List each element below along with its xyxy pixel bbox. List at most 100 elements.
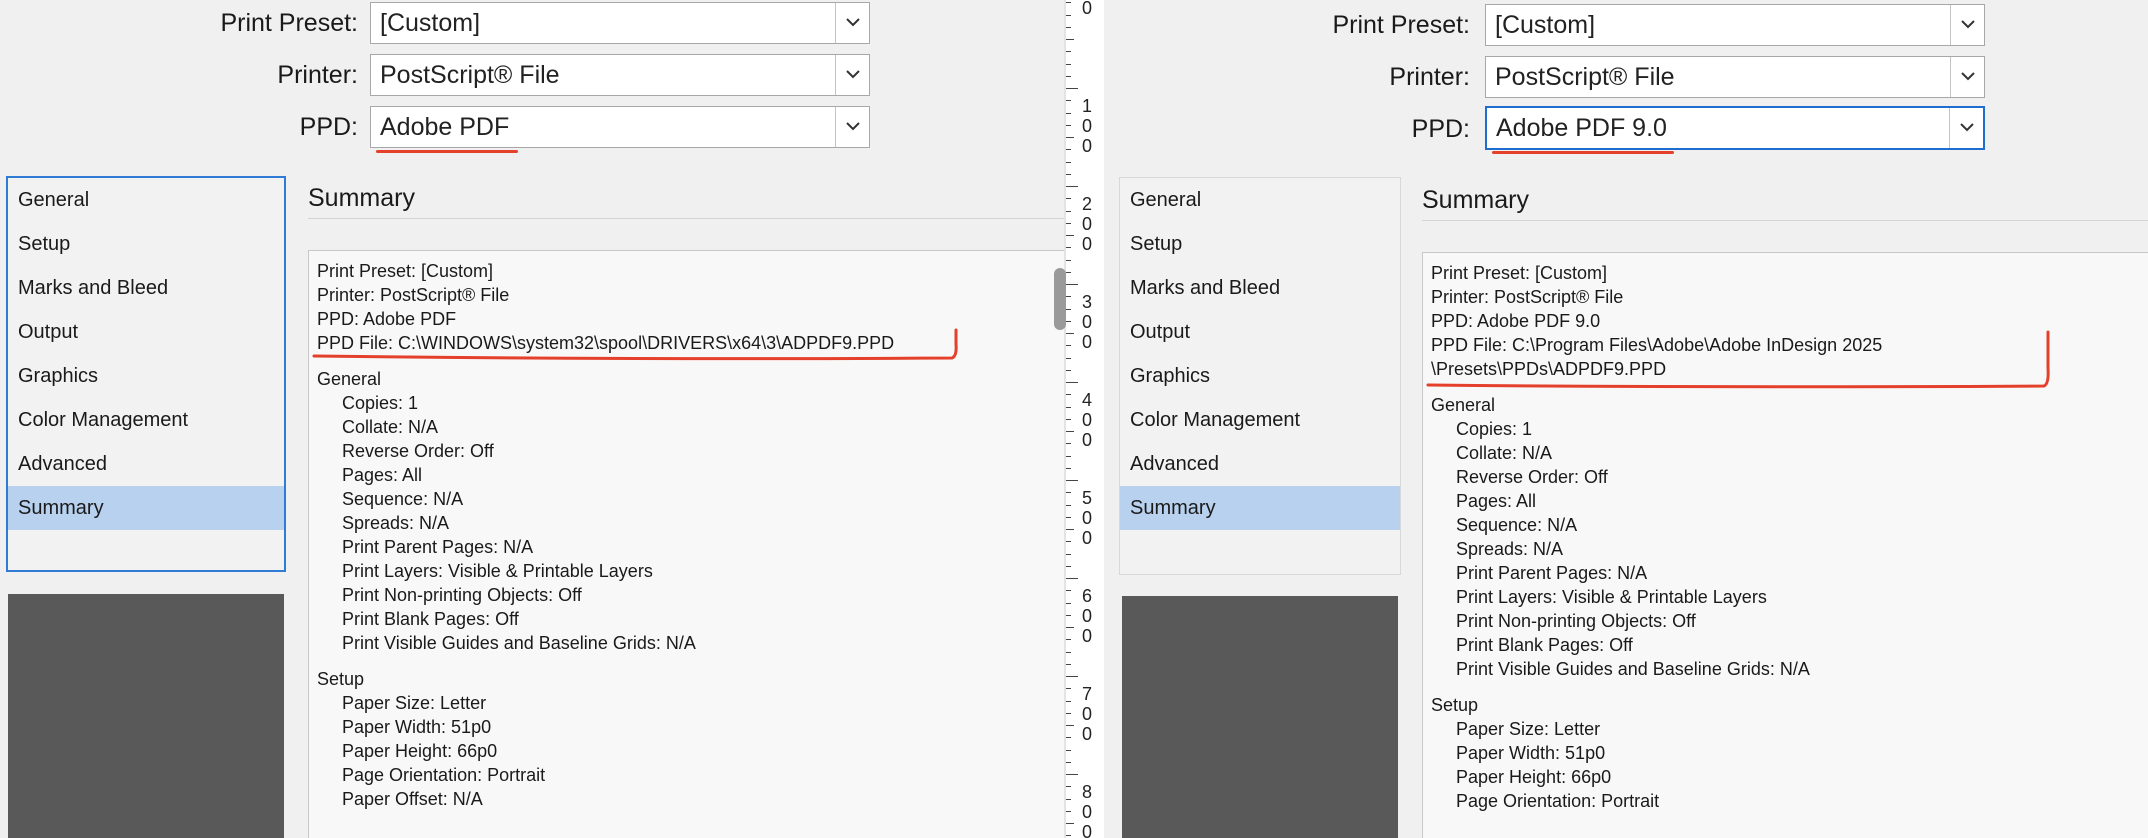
summary-line: Print Non-printing Objects: Off: [1456, 611, 1696, 631]
ruler-tick: [1066, 455, 1071, 457]
nav-item-output[interactable]: Output: [8, 310, 284, 354]
ruler-tick: [1066, 26, 1071, 28]
right-print-dialog: Print Preset: [Custom] Printer: PostScri…: [1104, 0, 2148, 838]
ruler-tick: [1066, 774, 1078, 775]
chevron-down-icon[interactable]: [835, 55, 869, 95]
nav-item-marks-and-bleed[interactable]: Marks and Bleed: [8, 266, 284, 310]
ppd-select[interactable]: Adobe PDF 9.0: [1485, 106, 1985, 150]
right-category-list[interactable]: General Setup Marks and Bleed Output Gra…: [1119, 177, 1401, 575]
ruler-label: 600: [1081, 586, 1092, 646]
summary-line: Print Layers: Visible & Printable Layers: [342, 561, 653, 581]
ruler-tick: [1066, 663, 1071, 665]
ruler-tick: [1066, 88, 1078, 89]
print-preset-select[interactable]: [Custom]: [1485, 4, 1985, 46]
nav-item-output[interactable]: Output: [1120, 310, 1400, 354]
ruler-tick: [1066, 786, 1071, 788]
ruler-tick: [1066, 112, 1071, 114]
ruler-tick: [1066, 725, 1074, 726]
summary-divider: [1422, 220, 2148, 221]
summary-line: Sequence: N/A: [342, 489, 464, 509]
ruler-tick: [1066, 688, 1071, 690]
nav-item-summary[interactable]: Summary: [8, 486, 284, 530]
ruler-tick: [1066, 51, 1071, 53]
summary-line: Collate: N/A: [1456, 443, 1553, 463]
summary-line: Paper Width: 51p0: [1456, 743, 1606, 763]
summary-line: Reverse Order: Off: [342, 441, 494, 461]
nav-item-color-management[interactable]: Color Management: [1120, 398, 1400, 442]
ruler-tick: [1066, 480, 1078, 481]
summary-line: Print Parent Pages: N/A: [1456, 563, 1648, 583]
print-preset-value: [Custom]: [380, 9, 481, 37]
ruler-tick: [1066, 357, 1071, 359]
summary-line: Paper Size: Letter: [1456, 719, 1601, 739]
chevron-down-icon[interactable]: [1950, 57, 1984, 97]
print-preset-label-wrap: Print Preset:: [0, 0, 358, 46]
summary-line: Pages: All: [342, 465, 423, 485]
ruler-tick: [1066, 761, 1071, 763]
printer-select[interactable]: PostScript® File: [1485, 56, 1985, 98]
chevron-down-icon[interactable]: [835, 107, 869, 147]
ruler-tick: [1066, 651, 1071, 653]
nav-item-advanced[interactable]: Advanced: [1120, 442, 1400, 486]
nav-item-general[interactable]: General: [8, 178, 284, 222]
ruler-tick: [1066, 798, 1071, 800]
ruler-tick: [1066, 320, 1071, 322]
nav-item-graphics[interactable]: Graphics: [1120, 354, 1400, 398]
ruler-tick: [1066, 161, 1071, 163]
ruler-tick: [1066, 823, 1074, 824]
summary-line: Paper Height: 66p0: [342, 741, 498, 761]
print-preset-label: Print Preset:: [220, 9, 358, 37]
summary-line: Page Orientation: Portrait: [1456, 791, 1660, 811]
ruler-tick: [1066, 737, 1071, 739]
chevron-down-icon[interactable]: [1949, 108, 1983, 148]
nav-item-marks-and-bleed[interactable]: Marks and Bleed: [1120, 266, 1400, 310]
summary-line: Print Blank Pages: Off: [342, 609, 519, 629]
ruler-tick: [1066, 149, 1071, 151]
nav-item-general[interactable]: General: [1120, 178, 1400, 222]
nav-item-setup[interactable]: Setup: [8, 222, 284, 266]
printer-label-wrap: Printer:: [0, 52, 358, 98]
ruler-tick: [1066, 222, 1071, 224]
ruler-tick: [1066, 14, 1071, 16]
summary-line: Printer: PostScript® File: [317, 285, 510, 305]
ruler-tick: [1066, 418, 1071, 420]
nav-item-setup[interactable]: Setup: [1120, 222, 1400, 266]
nav-item-color-management[interactable]: Color Management: [8, 398, 284, 442]
nav-item-summary[interactable]: Summary: [1120, 486, 1400, 530]
ruler-tick: [1066, 529, 1074, 530]
nav-item-advanced[interactable]: Advanced: [8, 442, 284, 486]
ruler-tick: [1066, 443, 1071, 445]
ppd-select[interactable]: Adobe PDF: [370, 106, 870, 148]
summary-line: Copies: 1: [1456, 419, 1533, 439]
chevron-down-icon[interactable]: [835, 3, 869, 43]
chevron-down-icon[interactable]: [1950, 5, 1984, 45]
ppd-label: PPD:: [1411, 115, 1470, 143]
left-category-list[interactable]: General Setup Marks and Bleed Output Gra…: [6, 176, 286, 572]
ruler-tick: [1066, 39, 1074, 40]
ruler-tick: [1066, 308, 1071, 310]
nav-item-graphics[interactable]: Graphics: [8, 354, 284, 398]
ruler-scroll-handle[interactable]: [1054, 268, 1066, 330]
ruler-tick: [1066, 198, 1071, 200]
summary-title: Summary: [1422, 186, 1529, 214]
printer-value: PostScript® File: [380, 61, 560, 89]
ruler-label: 100: [1081, 96, 1092, 156]
ruler-label: 400: [1081, 390, 1092, 450]
ruler-tick: [1066, 565, 1071, 567]
summary-line: Reverse Order: Off: [1456, 467, 1608, 487]
ruler-tick: [1066, 186, 1078, 187]
summary-line: Printer: PostScript® File: [1431, 287, 1624, 307]
summary-section-setup: Setup: [317, 669, 365, 689]
summary-line: Page Orientation: Portrait: [342, 765, 546, 785]
ruler-label: 0: [1081, 0, 1092, 18]
ruler-tick: [1066, 712, 1071, 714]
printer-select[interactable]: PostScript® File: [370, 54, 870, 96]
left-print-dialog: Print Preset: [Custom] Printer: PostScri…: [0, 0, 1064, 838]
ruler-tick: [1066, 137, 1074, 138]
ruler-tick: [1066, 627, 1074, 628]
summary-section-general: General: [317, 369, 382, 389]
summary-line: Paper Height: 66p0: [1456, 767, 1612, 787]
print-preset-select[interactable]: [Custom]: [370, 2, 870, 44]
summary-line: Print Preset: [Custom]: [317, 261, 494, 281]
summary-line: Paper Offset: N/A: [342, 789, 483, 809]
